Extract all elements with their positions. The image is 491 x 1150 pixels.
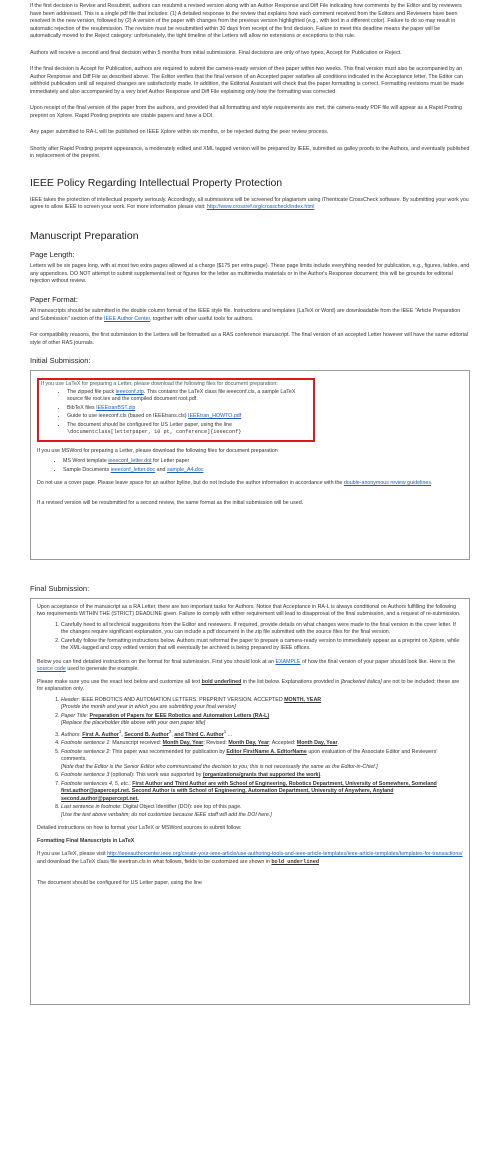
initial-submission-heading: Initial Submission: [30, 356, 91, 366]
page-length-heading: Page Length: [30, 249, 75, 259]
page: { "top": { "p1": "If the first decision … [0, 0, 491, 1150]
sample-a4-link[interactable]: sample_A4.doc [167, 467, 204, 473]
paper-format-heading: Paper Format: [30, 294, 78, 304]
paragraph-galley: Shortly after Rapid Posting preprint app… [30, 145, 470, 160]
paragraph-rapid-posting: Upon receipt of the final version of the… [30, 105, 462, 119]
list-item: Footnote sentence 3 (optional): This wor… [61, 772, 463, 780]
howto-pdf-link[interactable]: IEEEtran_HOWTO.pdf [188, 413, 241, 419]
list-item: Sample Documents ieeeconf_letter.doc and… [63, 467, 463, 475]
list-item: BibTeX files IEEEtranBST.zip [67, 405, 311, 413]
cover-page-text: Do not use a cover page. Please leave sp… [37, 480, 433, 487]
manuscript-prep-heading: Manuscript Preparation [30, 229, 139, 242]
latex-final-heading: Formatting Final Manuscripts in LaTeX [37, 837, 135, 844]
latex-final-text: If you use LaTeX, please visit http://ie… [37, 851, 463, 865]
list-item: The zipped file pack ieeeconf.zip. This … [67, 389, 311, 404]
paragraph-accept: If the final decision is Accept for Publ… [30, 66, 464, 95]
paragraph-second-decision: Authors will receive a second and final … [30, 49, 402, 56]
final-submission-heading: Final Submission: [30, 584, 90, 594]
latex-file-list: The zipped file pack ieeeconf.zip. This … [41, 389, 311, 437]
detailed-instructions: Detailed instructions on how to format y… [37, 825, 242, 832]
list-item: Last sentence in footnote: Digital Objec… [61, 804, 463, 819]
list-item: The document should be configured for US… [67, 422, 311, 437]
word-intro: If you use MSWord for preparing a Letter… [37, 447, 278, 454]
sample-doc-link[interactable]: ieeeconf_letter.doc [111, 467, 155, 473]
example-link[interactable]: EXAMPLE [275, 659, 300, 665]
list-item: Carefully heed to all technical suggesti… [61, 622, 463, 637]
ip-paragraph: IEEE takes the protection of intellectua… [30, 196, 469, 211]
example-text: Below you can find detailed instructions… [37, 658, 456, 673]
bibtex-zip-link[interactable]: IEEEtranBST.zip [96, 405, 135, 411]
list-item: Paper Title: Preparation of Papers for I… [61, 713, 463, 728]
crosscheck-link[interactable]: http://www.crossref.org/crosscheck/index… [207, 204, 314, 210]
highlight-box: If you use LaTeX for preparing a Letter,… [37, 378, 315, 442]
list-item: Footnote sentences 4, 5, etc.: First Aut… [61, 781, 463, 804]
page-length-text: Letters will be six pages long, with at … [30, 263, 470, 285]
documentclass-code: \documentclass[letterpaper, 10 pt, confe… [67, 429, 242, 436]
anonymous-guidelines-link[interactable]: double-anonymous review guidelines [344, 480, 431, 486]
list-item: Guide to use ieeeconf.cls (based on IEEE… [67, 413, 311, 421]
ieee-templates-link[interactable]: http://ieeeauthorcenter.ieee.org/create-… [107, 851, 462, 857]
word-template-link[interactable]: ieeeconf_letter.dot [108, 458, 151, 464]
paragraph-revise: If the first decision is Revise and Resu… [30, 3, 462, 40]
word-file-list: MS Word template ieeeconf_letter.dot for… [37, 458, 463, 474]
initial-submission-box: If you use LaTeX for preparing a Letter,… [30, 370, 470, 561]
compat-text: For compatibility reasons, the first sub… [30, 332, 468, 346]
ip-heading: IEEE Policy Regarding Intellectual Prope… [30, 176, 283, 189]
list-item: Authors: First A. Author1, Second B. Aut… [61, 729, 463, 739]
list-item: Footnote sentence 2: This paper was reco… [61, 749, 463, 772]
source-code-link[interactable]: source code [37, 666, 66, 672]
revised-version-text: If a revised version will be resubmitted… [37, 499, 304, 506]
field-list: Header: IEEE ROBOTICS AND AUTOMATION LET… [37, 697, 463, 820]
author-center-link[interactable]: IEEE Author Center [104, 316, 150, 322]
final-tasks: Carefully heed to all technical suggesti… [37, 622, 463, 653]
list-item: Header: IEEE ROBOTICS AND AUTOMATION LET… [61, 697, 463, 712]
content: If the first decision is Revise and Resu… [30, 3, 470, 1005]
paragraph-six-months: Any paper submitted to RA-L will be publ… [30, 129, 329, 136]
list-item: Carefully follow the formatting instruct… [61, 638, 463, 653]
letter-config-text: The document should be configured for US… [37, 880, 202, 887]
list-item: MS Word template ieeeconf_letter.dot for… [63, 458, 463, 466]
final-intro: Upon acceptance of the manuscript as a R… [37, 603, 461, 618]
list-item: Footnote sentence 1: Manuscript received… [61, 740, 463, 748]
latex-intro: If you use LaTeX for preparing a Letter,… [41, 381, 278, 388]
paper-format-text: All manuscripts should be submitted in t… [30, 308, 461, 322]
customize-text: Please make sure you use the exact text … [37, 678, 460, 693]
ieeeconf-zip-link[interactable]: ieeeconf.zip [116, 389, 144, 395]
final-submission-box: Upon acceptance of the manuscript as a R… [30, 597, 470, 1005]
